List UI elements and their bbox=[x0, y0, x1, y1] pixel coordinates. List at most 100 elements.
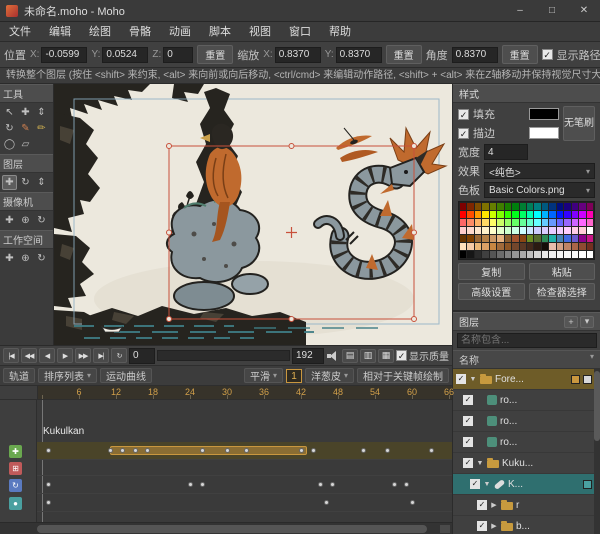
palette-swatch[interactable] bbox=[527, 203, 533, 210]
keyframe-dot[interactable] bbox=[225, 448, 230, 453]
palette-swatch[interactable] bbox=[497, 203, 503, 210]
palette-swatch[interactable] bbox=[520, 227, 526, 234]
palette-swatch[interactable] bbox=[505, 211, 511, 218]
menu-item-1[interactable]: 编辑 bbox=[40, 22, 80, 42]
palette-swatch[interactable] bbox=[475, 235, 481, 242]
rotate-points-tool[interactable]: ↻ bbox=[2, 121, 17, 136]
swatches-dropdown[interactable]: Basic Colors.png▾ bbox=[484, 182, 595, 198]
stroke-width-input[interactable] bbox=[484, 144, 528, 160]
layer-visibility-checkbox[interactable]: ✓ bbox=[456, 374, 466, 384]
keyframe-dot[interactable] bbox=[429, 448, 434, 453]
stroke-color-swatch[interactable] bbox=[529, 127, 559, 139]
step-forward-button[interactable]: ▶▶ bbox=[75, 348, 91, 363]
layer-color-chip[interactable] bbox=[583, 480, 592, 489]
volume-icon[interactable] bbox=[326, 349, 340, 363]
opacity-channel-icon[interactable]: ● bbox=[9, 497, 22, 510]
palette-swatch[interactable] bbox=[587, 219, 593, 226]
stroke-checkbox[interactable]: ✓ bbox=[458, 128, 469, 139]
palette-swatch[interactable] bbox=[520, 203, 526, 210]
select-tool[interactable]: ↖ bbox=[2, 105, 17, 120]
effect-dropdown[interactable]: <纯色>▾ bbox=[484, 163, 595, 179]
palette-swatch[interactable] bbox=[512, 211, 518, 218]
palette-swatch[interactable] bbox=[482, 235, 488, 242]
paste-style-button[interactable]: 粘贴 bbox=[529, 263, 596, 280]
palette-swatch[interactable] bbox=[564, 203, 570, 210]
keyframe-dot[interactable] bbox=[46, 500, 51, 505]
keyframe-dot[interactable] bbox=[244, 448, 249, 453]
palette-swatch[interactable] bbox=[482, 211, 488, 218]
position-x-input[interactable] bbox=[41, 47, 87, 63]
sort-dropdown[interactable]: 排序列表▾ bbox=[38, 368, 97, 383]
position-z-input[interactable] bbox=[163, 47, 193, 63]
rotation-channel-icon[interactable]: ↻ bbox=[9, 479, 22, 492]
palette-swatch[interactable] bbox=[505, 203, 511, 210]
palette-swatch[interactable] bbox=[527, 251, 533, 258]
menu-item-8[interactable]: 帮助 bbox=[320, 22, 360, 42]
rectangle-tool[interactable]: ▱ bbox=[18, 137, 33, 152]
palette-swatch[interactable] bbox=[542, 219, 548, 226]
scale-x-input[interactable] bbox=[275, 47, 321, 63]
track-label[interactable]: Kukulkan bbox=[43, 426, 84, 437]
palette-swatch[interactable] bbox=[475, 211, 481, 218]
palette-swatch[interactable] bbox=[490, 227, 496, 234]
frame-scrub-strip[interactable] bbox=[157, 350, 290, 361]
expand-icon[interactable]: ▶ bbox=[490, 522, 498, 530]
palette-swatch[interactable] bbox=[460, 243, 466, 250]
menu-item-5[interactable]: 脚本 bbox=[200, 22, 240, 42]
palette-swatch[interactable] bbox=[534, 211, 540, 218]
palette-swatch[interactable] bbox=[572, 235, 578, 242]
end-frame-input[interactable] bbox=[292, 348, 324, 364]
palette-swatch[interactable] bbox=[512, 219, 518, 226]
palette-swatch[interactable] bbox=[579, 251, 585, 258]
palette-swatch[interactable] bbox=[572, 243, 578, 250]
expand-icon[interactable]: ▶ bbox=[490, 501, 498, 509]
keyframe-dot[interactable] bbox=[188, 482, 193, 487]
palette-swatch[interactable] bbox=[587, 203, 593, 210]
palette-swatch[interactable] bbox=[475, 203, 481, 210]
layer-row[interactable]: ✓ro... bbox=[453, 432, 600, 453]
transform-layer-tool[interactable]: ✚ bbox=[2, 175, 17, 190]
palette-swatch[interactable] bbox=[564, 251, 570, 258]
brush-button[interactable]: 无笔刷 bbox=[563, 106, 595, 141]
onion-skin-dropdown[interactable]: 洋葱皮▾ bbox=[305, 368, 354, 383]
loop-button[interactable]: ↻ bbox=[111, 348, 127, 363]
layer-visibility-checkbox[interactable]: ✓ bbox=[470, 479, 480, 489]
keyframe-dot[interactable] bbox=[108, 448, 113, 453]
palette-swatch[interactable] bbox=[579, 227, 585, 234]
layer-row[interactable]: ✓▼Kuku... bbox=[453, 453, 600, 474]
palette-swatch[interactable] bbox=[520, 219, 526, 226]
palette-swatch[interactable] bbox=[467, 235, 473, 242]
motion-graph-button[interactable]: 运动曲线 bbox=[100, 368, 152, 383]
palette-swatch[interactable] bbox=[505, 243, 511, 250]
layer-visibility-checkbox[interactable]: ✓ bbox=[463, 437, 473, 447]
layer-row[interactable]: ✓▼Fore... bbox=[453, 369, 600, 390]
show-path-checkbox[interactable]: ✓ bbox=[542, 49, 553, 60]
collapse-icon[interactable]: ▼ bbox=[476, 460, 484, 467]
menu-item-7[interactable]: 窗口 bbox=[280, 22, 320, 42]
add-point-tool[interactable]: ✎ bbox=[18, 121, 33, 136]
minimize-button[interactable]: – bbox=[504, 0, 536, 21]
collapse-icon[interactable]: ▼ bbox=[469, 376, 477, 383]
keyframe-dot[interactable] bbox=[385, 448, 390, 453]
zoom-workspace-tool[interactable]: ⊕ bbox=[18, 251, 33, 266]
palette-swatch[interactable] bbox=[587, 211, 593, 218]
palette-swatch[interactable] bbox=[460, 211, 466, 218]
translate-points-tool[interactable]: ✚ bbox=[18, 105, 33, 120]
palette-swatch[interactable] bbox=[557, 235, 563, 242]
rotate-workspace-tool[interactable]: ↻ bbox=[34, 251, 49, 266]
palette-swatch[interactable] bbox=[505, 251, 511, 258]
scale-points-tool[interactable]: ⇕ bbox=[34, 105, 49, 120]
scale-y-input[interactable] bbox=[336, 47, 382, 63]
palette-swatch[interactable] bbox=[587, 251, 593, 258]
track-area[interactable]: Kukulkan bbox=[37, 400, 452, 522]
palette-swatch[interactable] bbox=[587, 227, 593, 234]
jump-start-button[interactable]: |◀ bbox=[3, 348, 19, 363]
palette-swatch[interactable] bbox=[572, 227, 578, 234]
layer-visibility-checkbox[interactable]: ✓ bbox=[463, 458, 473, 468]
keyframe-dot[interactable] bbox=[299, 448, 304, 453]
name-column-header[interactable]: 名称 bbox=[459, 352, 479, 367]
palette-swatch[interactable] bbox=[467, 251, 473, 258]
palette-swatch[interactable] bbox=[587, 243, 593, 250]
palette-swatch[interactable] bbox=[542, 243, 548, 250]
palette-swatch[interactable] bbox=[527, 219, 533, 226]
